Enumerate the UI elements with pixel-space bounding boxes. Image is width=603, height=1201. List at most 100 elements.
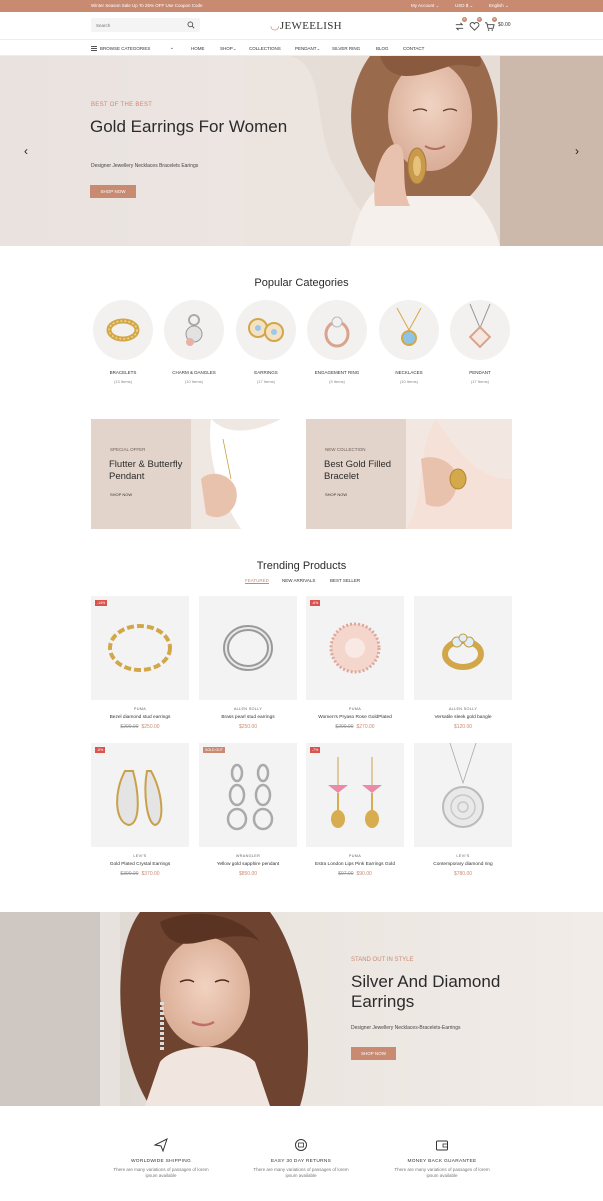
product-card[interactable]: -7% PUMA Estra London Lips Pink Earrings… [306, 743, 404, 883]
product-name[interactable]: Women's Pryaso Rose GoldPlated [306, 715, 404, 720]
browse-categories-button[interactable]: BROWSE CATEGORIES ⌄ [91, 45, 176, 53]
banner-kicker: STAND OUT IN STYLE [351, 957, 414, 963]
promo-text: Winter Season Sale Up To 25% OFF Use Cou… [91, 3, 203, 8]
product-name[interactable]: Versatile sleek gold bangle [414, 715, 512, 720]
product-name[interactable]: Yellow gold sapphire pendant [199, 862, 297, 867]
promo-shop-now-link[interactable]: SHOP NOW [325, 492, 347, 497]
product-image[interactable] [91, 596, 189, 700]
promo-shop-now-link[interactable]: SHOP NOW [110, 492, 132, 497]
product-image[interactable] [414, 743, 512, 847]
return-box-icon [295, 1139, 307, 1151]
compare-count-badge: 0 [462, 17, 467, 22]
wallet-icon [436, 1140, 448, 1151]
product-price: $120.00 [453, 724, 473, 730]
search-input[interactable] [96, 21, 176, 29]
earrings-icon [248, 318, 284, 342]
site-logo[interactable]: ◡JEWEELISH [270, 19, 342, 33]
nav-contact[interactable]: CONTACT [403, 46, 424, 51]
product-image[interactable] [199, 596, 297, 700]
product-image[interactable] [306, 743, 404, 847]
hero-model-image [250, 56, 603, 246]
tab-featured[interactable]: FEATURED [245, 578, 269, 584]
banner-title: Silver And Diamond Earrings [351, 972, 501, 1011]
category-pendant[interactable]: PENDANT (17 Items) [448, 300, 512, 390]
product-image[interactable] [199, 743, 297, 847]
hero-subtitle: Designer Jewellery Necklaces Bracelets E… [91, 163, 199, 169]
product-name[interactable]: Brass pearl stud earrings [199, 715, 297, 720]
site-header: ◡JEWEELISH 0 0 0 $0.00 [0, 12, 603, 40]
charm-icon [185, 314, 203, 346]
product-card[interactable]: ALLEN SOLLY Versatile sleek gold bangle … [414, 596, 512, 736]
hero-kicker: BEST OF THE BEST [91, 102, 153, 108]
product-card[interactable]: ALLEN SOLLY Brass pearl stud earrings $2… [199, 596, 297, 736]
nav-blog[interactable]: BLOG [376, 46, 389, 51]
product-image[interactable] [306, 596, 404, 700]
product-image[interactable] [91, 743, 189, 847]
currency-dropdown[interactable]: USD $ ⌄ [455, 3, 473, 9]
discount-badge: -6% [310, 600, 321, 606]
banner-shop-now-button[interactable]: SHOP NOW [351, 1047, 396, 1060]
compare-icon[interactable]: 0 [454, 17, 467, 31]
nav-collections[interactable]: COLLECTIONS [249, 46, 281, 51]
product-price: $250.00 [238, 724, 258, 730]
main-nav: BROWSE CATEGORIES ⌄ HOME SHOP⌄ COLLECTIO… [0, 41, 603, 56]
product-name[interactable]: Gold Plated Crystal Earrings [91, 862, 189, 867]
language-dropdown[interactable]: English ⌄ [489, 3, 509, 9]
search-box[interactable] [91, 18, 200, 32]
promo-banner-pendant[interactable]: SPECIAL OFFER Flutter & Butterfly Pendan… [91, 419, 297, 529]
discount-badge: -8% [95, 747, 106, 753]
hero-title: Gold Earrings For Women [90, 117, 288, 136]
paper-plane-icon [154, 1138, 168, 1152]
product-price: $780.00 [453, 871, 473, 877]
product-card[interactable]: LEVI'S Contemporary diamond ring $780.00 [414, 743, 512, 883]
category-necklaces[interactable]: NECKLACES (10 Items) [377, 300, 441, 390]
top-bar: Winter Season Sale Up To 25% OFF Use Cou… [0, 0, 603, 12]
chevron-down-icon: ⌄ [169, 45, 174, 51]
wishlist-count-badge: 0 [477, 17, 482, 22]
product-price: $97.00 $90.00 [338, 871, 372, 877]
product-image[interactable] [414, 596, 512, 700]
cart-total[interactable]: $0.00 [498, 22, 511, 28]
wishlist-icon[interactable]: 0 [469, 17, 482, 31]
hero-slider: BEST OF THE BEST Gold Earrings For Women… [0, 56, 603, 246]
sold-out-badge: SOLD OUT [203, 747, 225, 753]
search-icon[interactable] [187, 21, 195, 29]
product-price: $850.00 [238, 871, 258, 877]
trending-products-title: Trending Products [256, 560, 347, 572]
nav-shop[interactable]: SHOP⌄ [220, 46, 237, 52]
cart-count-badge: 0 [492, 17, 497, 22]
hero-shop-now-button[interactable]: SHOP NOW [90, 185, 136, 198]
menu-icon [91, 46, 97, 51]
banner-subtitle: Designer Jewellery Necklaces-Bracelets-E… [351, 1025, 461, 1031]
chevron-left-icon[interactable]: ‹ [20, 145, 32, 157]
discount-badge: -7% [310, 747, 321, 753]
nav-pendant[interactable]: PENDANT⌄ [295, 46, 320, 52]
nav-home[interactable]: HOME [191, 46, 205, 51]
logo-text: JEWEELISH [279, 20, 342, 32]
product-card[interactable]: -6% PUMA Women's Pryaso Rose GoldPlated … [306, 596, 404, 736]
category-bracelets[interactable]: BRACELETS (13 Items) [91, 300, 155, 390]
my-account-dropdown[interactable]: My Account ⌄ [411, 3, 439, 9]
product-price: $390.00 $370.00 [120, 871, 160, 877]
category-earrings[interactable]: EARRINGS (17 Items) [234, 300, 298, 390]
earrings-banner: STAND OUT IN STYLE Silver And Diamond Ea… [0, 912, 603, 1106]
ring-icon [324, 316, 350, 348]
nav-silver-ring[interactable]: SILVER RING [332, 46, 360, 51]
category-charm-dangles[interactable]: CHARM & DANGLES (10 Items) [162, 300, 226, 390]
promo-banner-bracelet[interactable]: NEW COLLECTION Best Gold Filled Bracelet… [306, 419, 512, 529]
tab-new-arrivals[interactable]: NEW ARRIVALS [282, 578, 315, 583]
product-name[interactable]: Contemporary diamond ring [414, 862, 512, 867]
product-card[interactable]: SOLD OUT WRANGLER Yellow gold sapphire p… [199, 743, 297, 883]
discount-badge: -14% [95, 600, 108, 606]
chevron-right-icon[interactable]: › [571, 145, 583, 157]
necklace-icon [396, 307, 422, 346]
product-card[interactable]: -8% LEVI'S Gold Plated Crystal Earrings … [91, 743, 189, 883]
product-price: $290.00 $270.00 [335, 724, 375, 730]
tab-best-seller[interactable]: BEST SELLER [330, 578, 360, 583]
category-engagement-ring[interactable]: ENGAGEMENT RING (9 Items) [305, 300, 369, 390]
product-card[interactable]: -14% PUMA Bezel diamond stud earrings $2… [91, 596, 189, 736]
product-name[interactable]: Estra London Lips Pink Earrings Gold [306, 862, 404, 867]
pendant-icon [468, 303, 492, 349]
cart-icon[interactable]: 0 [484, 17, 497, 31]
product-name[interactable]: Bezel diamond stud earrings [91, 715, 189, 720]
